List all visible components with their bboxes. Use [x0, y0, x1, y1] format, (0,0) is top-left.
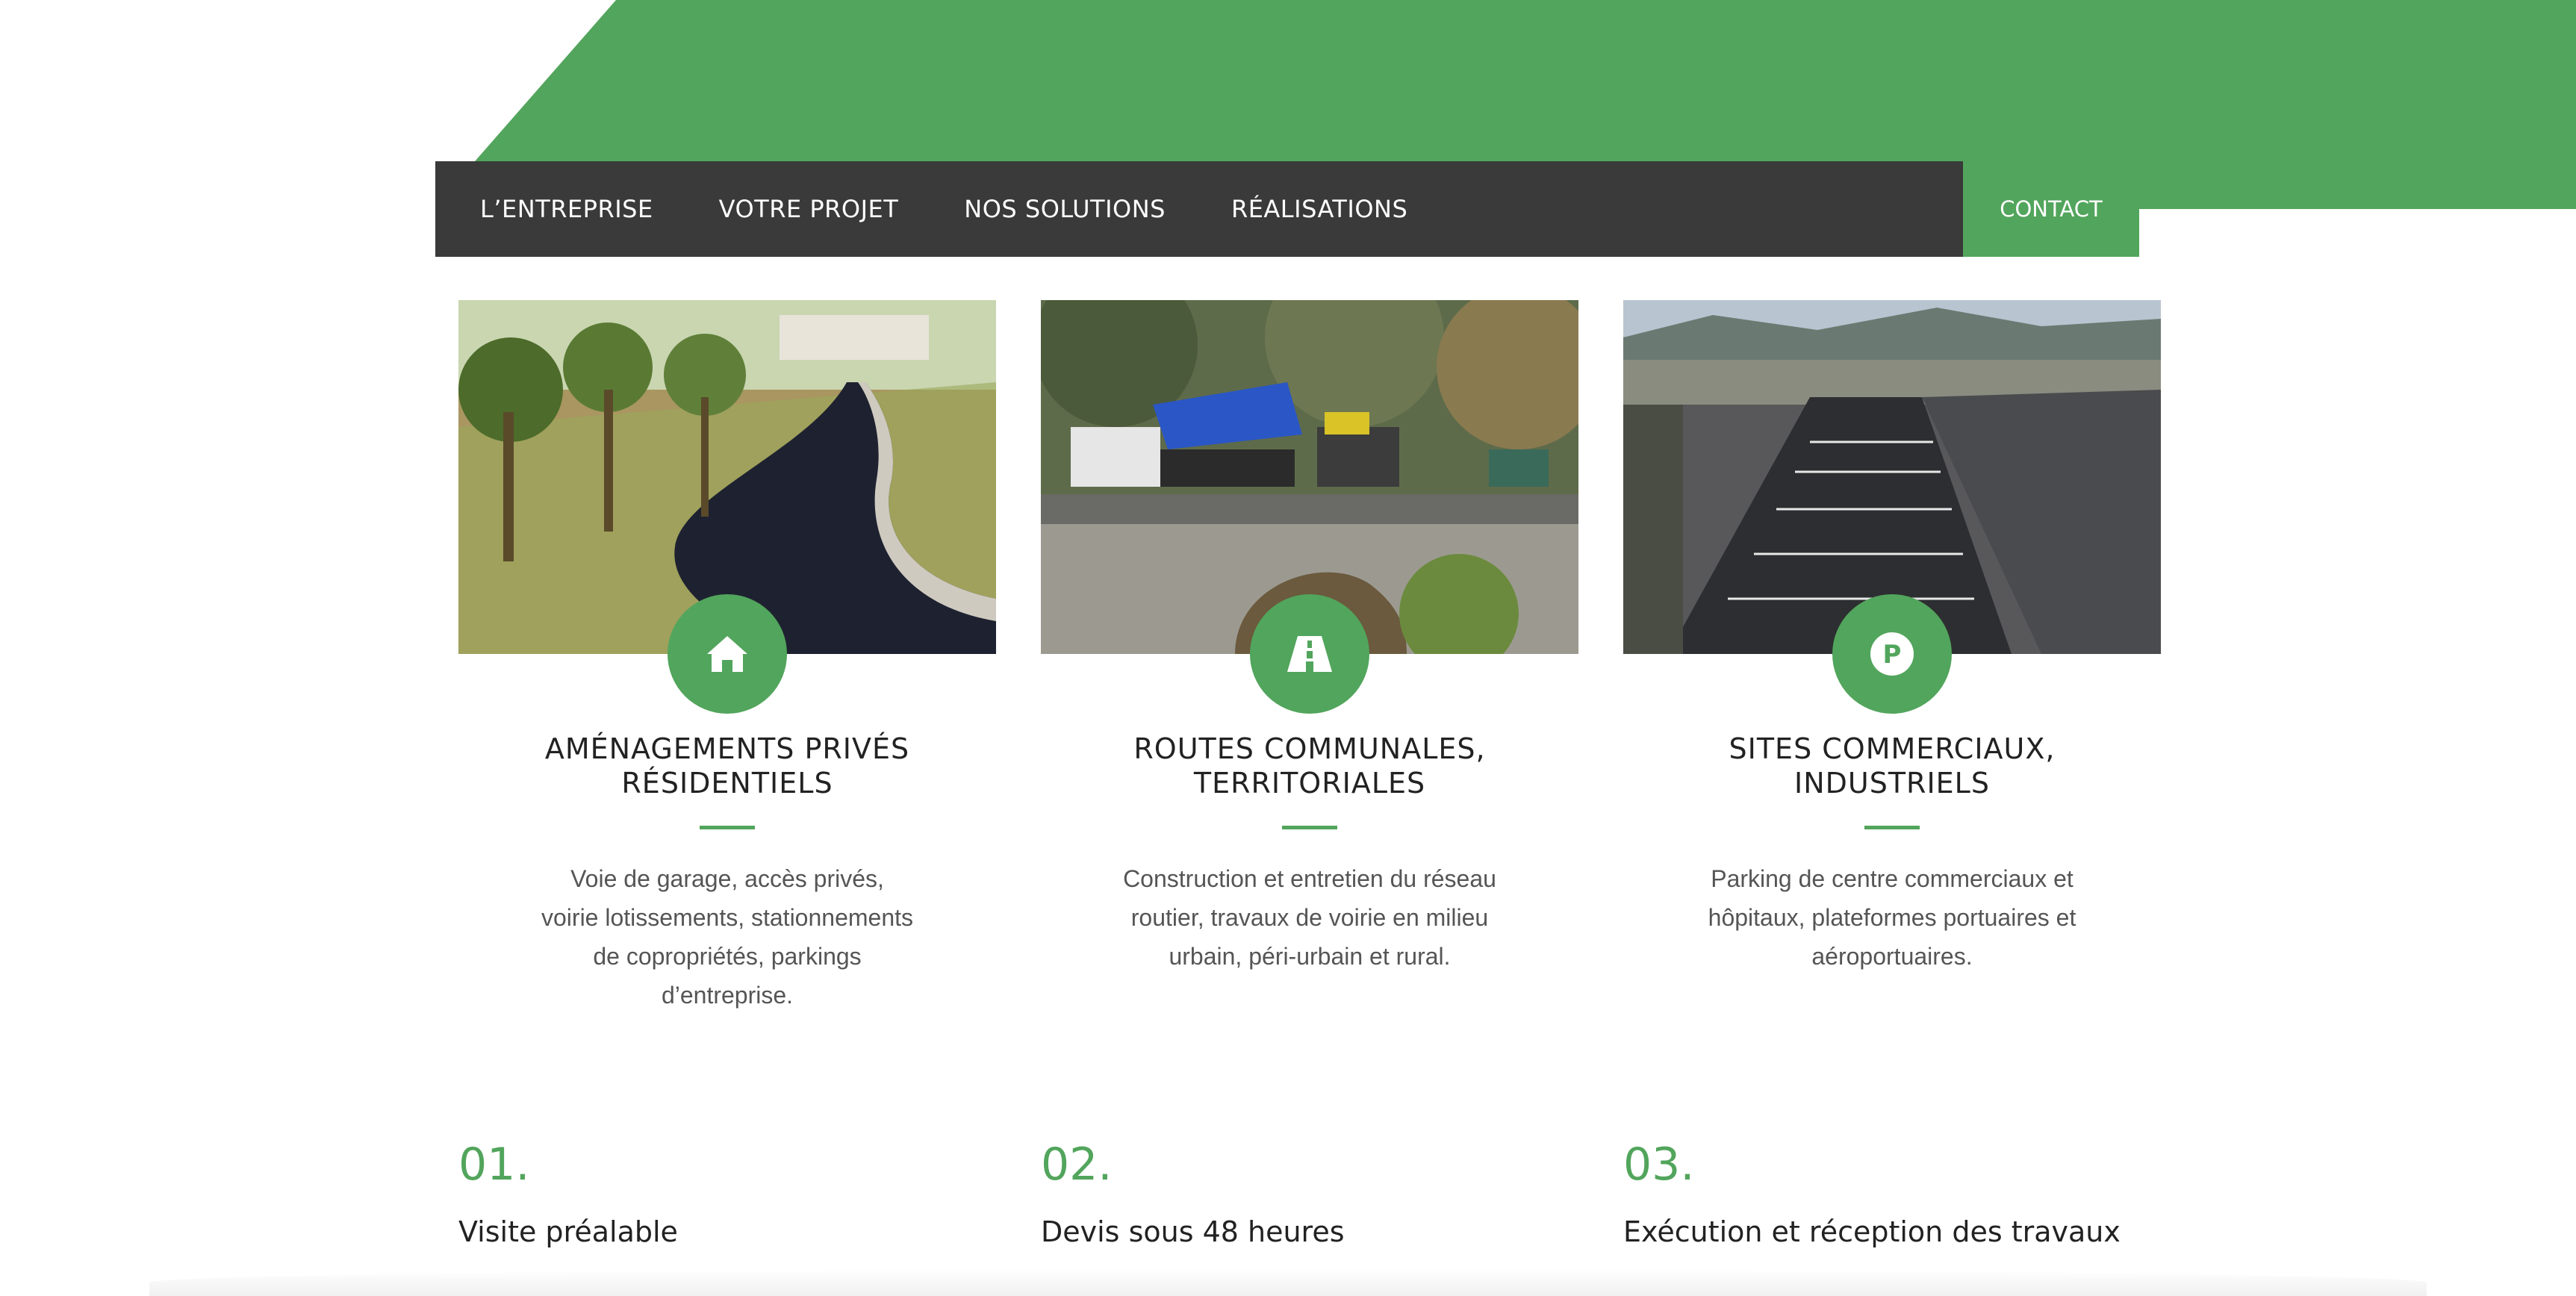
home-icon: [707, 636, 747, 672]
nav-item-votre-projet[interactable]: VOTRE PROJET: [719, 195, 899, 223]
title-divider: [700, 826, 755, 829]
title-divider: [1864, 826, 1920, 829]
nav-item-nos-solutions[interactable]: NOS SOLUTIONS: [964, 195, 1166, 223]
card-title-line: RÉSIDENTIELS: [621, 767, 833, 800]
contact-button[interactable]: CONTACT: [1963, 161, 2139, 257]
solution-card-residential: AMÉNAGEMENTS PRIVÉS RÉSIDENTIELS Voie de…: [458, 300, 996, 1015]
step-number: 03.: [1623, 1138, 1695, 1191]
step-quote: 02. Devis sous 48 heures: [1041, 1135, 1578, 1248]
card-title-line: ROUTES COMMUNALES,: [1133, 732, 1486, 765]
svg-text:P: P: [1883, 640, 1902, 670]
step-title: Exécution et réception des travaux: [1623, 1215, 2121, 1248]
card-description: Parking de centre commerciaux et hôpitau…: [1708, 865, 2076, 970]
main-navbar: L’ENTREPRISE VOTRE PROJET NOS SOLUTIONS …: [435, 161, 1963, 257]
card-description: Construction et entretien du réseau rout…: [1123, 865, 1496, 970]
step-title: Devis sous 48 heures: [1041, 1215, 1345, 1248]
parking-icon-badge: P: [1832, 594, 1952, 714]
solution-card-commercial: P SITES COMMERCIAUX, INDUSTRIELS Parking…: [1623, 300, 2161, 976]
road-icon: [1287, 636, 1332, 672]
step-number: 01.: [458, 1138, 530, 1191]
solution-card-roads: ROUTES COMMUNALES, TERRITORIALES Constru…: [1041, 300, 1578, 976]
nav-item-entreprise[interactable]: L’ENTREPRISE: [480, 195, 653, 223]
step-execution: 03. Exécution et réception des travaux: [1623, 1135, 2161, 1248]
card-title-line: AMÉNAGEMENTS PRIVÉS: [544, 732, 910, 765]
card-title: AMÉNAGEMENTS PRIVÉS RÉSIDENTIELS: [458, 732, 996, 800]
step-title: Visite préalable: [458, 1215, 678, 1248]
step-visit: 01. Visite préalable: [458, 1135, 996, 1248]
title-divider: [1282, 826, 1337, 829]
card-description: Voie de garage, accès privés, voirie lot…: [541, 865, 913, 1009]
parking-icon: P: [1870, 632, 1914, 676]
card-title-line: INDUSTRIELS: [1794, 767, 1990, 800]
road-icon-badge: [1250, 594, 1369, 714]
step-number: 02.: [1041, 1138, 1113, 1191]
home-icon-badge: [668, 594, 787, 714]
card-title-line: SITES COMMERCIAUX,: [1729, 732, 2056, 765]
card-title: ROUTES COMMUNALES, TERRITORIALES: [1041, 732, 1578, 800]
card-title-line: TERRITORIALES: [1193, 767, 1426, 800]
nav-item-realisations[interactable]: RÉALISATIONS: [1231, 195, 1407, 223]
card-title: SITES COMMERCIAUX, INDUSTRIELS: [1623, 732, 2161, 800]
bottom-fade-shadow: [149, 1269, 2427, 1296]
